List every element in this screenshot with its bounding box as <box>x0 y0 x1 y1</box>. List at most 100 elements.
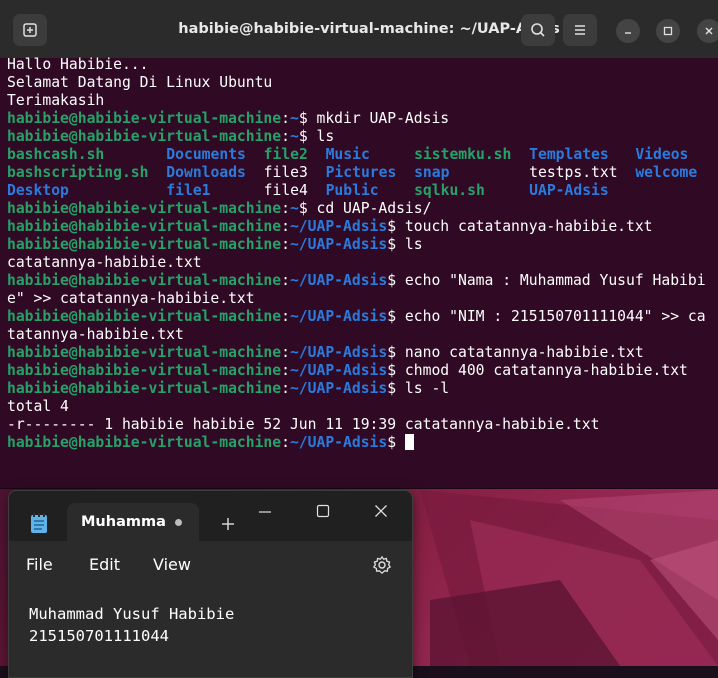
ls-entry: Downloads <box>166 164 246 181</box>
prompt-separator: : <box>281 308 290 325</box>
notepad-tab[interactable]: Muhamma <box>67 503 199 541</box>
terminal-line: habibie@habibie-virtual-machine:~$ mkdir… <box>7 110 718 128</box>
prompt-directory: ~/UAP-Adsis <box>289 380 388 397</box>
terminal-line: catatannya-habibie.txt <box>7 254 718 272</box>
maximize-icon <box>663 26 673 36</box>
ls-entry: Public <box>325 182 379 199</box>
prompt-directory: ~/UAP-Adsis <box>289 434 388 451</box>
ls-entry: file4 <box>263 182 308 199</box>
prompt-directory: ~ <box>289 110 299 127</box>
notepad-close-icon[interactable] <box>374 504 388 518</box>
prompt-user: habibie@habibie-virtual-machine <box>7 128 282 145</box>
text-cursor <box>404 434 414 450</box>
command-text: $ touch catatannya-habibie.txt <box>387 218 653 235</box>
ls-entry: bashcash.sh <box>7 146 105 163</box>
prompt-user: habibie@habibie-virtual-machine <box>7 434 282 451</box>
prompt-separator: : <box>281 200 290 217</box>
command-text: $ cd UAP-Adsis/ <box>298 200 432 217</box>
prompt-directory: ~/UAP-Adsis <box>289 218 388 235</box>
terminal-line: Selamat Datang Di Linux Ubuntu <box>7 74 718 92</box>
command-text: $ mkdir UAP-Adsis <box>298 110 450 127</box>
notepad-maximize-icon[interactable] <box>316 504 330 518</box>
prompt-separator: : <box>281 236 290 253</box>
close-icon <box>705 27 713 35</box>
prompt-user: habibie@habibie-virtual-machine <box>7 200 282 217</box>
prompt-separator: : <box>281 272 290 289</box>
output-text: catatannya-habibie.txt <box>7 254 202 271</box>
output-text: Selamat Datang Di Linux Ubuntu <box>7 74 273 91</box>
maximize-button[interactable] <box>656 19 680 43</box>
terminal-line: Hallo Habibie... <box>7 56 718 74</box>
hamburger-menu-icon <box>575 25 585 35</box>
prompt-separator: : <box>281 434 290 451</box>
prompt-user: habibie@habibie-virtual-machine <box>7 272 282 289</box>
menu-edit[interactable]: Edit <box>89 555 120 574</box>
ls-entry: welcome <box>635 164 698 181</box>
new-tab-plus-icon[interactable] <box>221 517 235 531</box>
menu-view[interactable]: View <box>153 555 191 574</box>
notepad-app-icon <box>31 513 47 533</box>
prompt-separator: : <box>281 362 290 379</box>
terminal-line: habibie@habibie-virtual-machine:~$ cd UA… <box>7 200 718 218</box>
notepad-titlebar: Muhamma <box>9 491 412 541</box>
prompt-directory: ~/UAP-Adsis <box>289 362 388 379</box>
terminal-line: e" >> catatannya-habibie.txt <box>7 290 718 308</box>
terminal-window[interactable]: habibie@habibie-virtual-machine: ~/UAP-A… <box>0 0 718 489</box>
prompt-directory: ~ <box>289 200 299 217</box>
output-text: e" >> catatannya-habibie.txt <box>7 290 255 307</box>
terminal-line: habibie@habibie-virtual-machine:~/UAP-Ad… <box>7 308 718 326</box>
close-button[interactable] <box>697 19 718 43</box>
terminal-line: Terimakasih <box>7 92 718 110</box>
prompt-separator: : <box>281 380 290 397</box>
minimize-icon <box>625 32 631 34</box>
terminal-line: habibie@habibie-virtual-machine:~/UAP-Ad… <box>7 272 718 290</box>
terminal-header-bar: habibie@habibie-virtual-machine: ~/UAP-A… <box>0 0 718 58</box>
ls-entry: Pictures <box>325 164 397 181</box>
terminal-line: tatannya-habibie.txt <box>7 326 718 344</box>
notepad-minimize-icon[interactable] <box>258 505 272 519</box>
terminal-line: habibie@habibie-virtual-machine:~/UAP-Ad… <box>7 362 718 380</box>
settings-gear-icon[interactable] <box>372 555 392 575</box>
search-icon <box>531 23 545 37</box>
menu-file[interactable]: File <box>26 555 53 574</box>
prompt-directory: ~/UAP-Adsis <box>289 236 388 253</box>
prompt-user: habibie@habibie-virtual-machine <box>7 218 282 235</box>
command-text: $ nano catatannya-habibie.txt <box>387 344 644 361</box>
ls-entry: UAP-Adsis <box>529 182 609 199</box>
ls-entry: file1 <box>166 182 211 199</box>
output-text: total 4 <box>7 398 69 415</box>
output-text: Terimakasih <box>7 92 105 109</box>
command-text: $ chmod 400 catatannya-habibie.txt <box>387 362 688 379</box>
notepad-window[interactable]: Muhamma File Edit View Muhammad Yusuf Ha… <box>8 490 413 678</box>
ls-output-row: Desktop file1 file4 Public sqlku.sh UAP-Adsis <box>7 182 718 200</box>
prompt-separator: : <box>281 218 290 235</box>
ls-entry: Documents <box>166 146 246 163</box>
output-text: -r-------- 1 habibie habibie 52 Jun 11 1… <box>7 416 600 433</box>
ls-entry: file3 <box>263 164 308 181</box>
terminal-line: habibie@habibie-virtual-machine:~$ ls <box>7 128 718 146</box>
ls-output-row: bashcash.sh Documents file2 Music sistemku.s… <box>7 146 718 164</box>
notepad-text-area[interactable]: Muhammad Yusuf Habibie 215150701111044 <box>29 603 234 647</box>
terminal-line: habibie@habibie-virtual-machine:~/UAP-Ad… <box>7 344 718 362</box>
prompt-directory: ~/UAP-Adsis <box>289 308 388 325</box>
ls-entry: snap <box>414 164 450 181</box>
menu-button[interactable] <box>563 14 597 46</box>
prompt-separator: : <box>281 128 290 145</box>
ls-entry: Desktop <box>7 182 69 199</box>
command-text: $ echo "Nama : Muhammad Yusuf Habibi <box>387 272 706 289</box>
search-button[interactable] <box>521 14 555 46</box>
terminal-line: -r-------- 1 habibie habibie 52 Jun 11 1… <box>7 416 718 434</box>
ls-entry: file2 <box>263 146 308 163</box>
output-text: Hallo Habibie... <box>7 56 149 73</box>
prompt-directory: ~/UAP-Adsis <box>289 272 388 289</box>
terminal-output[interactable]: Hallo Habibie... Selamat Datang Di Linux … <box>7 56 718 484</box>
prompt-user: habibie@habibie-virtual-machine <box>7 380 282 397</box>
minimize-button[interactable] <box>616 19 640 43</box>
ls-entry: testps.txt <box>529 164 618 181</box>
ls-entry: bashscripting.sh <box>7 164 149 181</box>
terminal-line: habibie@habibie-virtual-machine:~/UAP-Ad… <box>7 380 718 398</box>
prompt-separator: : <box>281 110 290 127</box>
ls-entry: sqlku.sh <box>414 182 485 199</box>
prompt-user: habibie@habibie-virtual-machine <box>7 236 282 253</box>
notepad-line: Muhammad Yusuf Habibie <box>29 605 235 623</box>
